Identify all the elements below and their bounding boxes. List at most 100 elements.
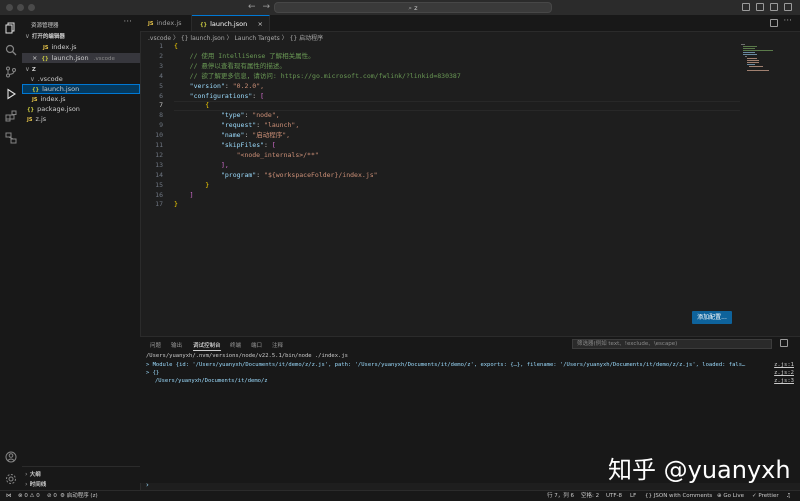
- tree-item-z-js[interactable]: JS z.js: [22, 114, 140, 124]
- folder-root[interactable]: ∨ Z: [22, 64, 140, 74]
- close-icon[interactable]: ×: [258, 16, 263, 32]
- line-number: 1: [159, 42, 163, 50]
- title-bar: ← → ⌕ z: [0, 0, 800, 16]
- current-line-highlight: [174, 101, 740, 112]
- line-number: 15: [155, 180, 163, 189]
- code-line: "request": "launch",: [220, 121, 300, 130]
- account-icon[interactable]: [5, 451, 17, 463]
- window-controls[interactable]: [6, 4, 35, 11]
- explorer-icon[interactable]: [5, 22, 17, 34]
- tab-output[interactable]: 输出: [171, 341, 182, 349]
- tab-debug-console[interactable]: 调试控制台: [193, 341, 221, 351]
- run-debug-icon[interactable]: [5, 88, 17, 100]
- timeline-section-header[interactable]: › 时间线: [22, 479, 140, 489]
- toggle-sidebar-icon[interactable]: [742, 3, 750, 11]
- split-editor-icon[interactable]: [770, 19, 778, 27]
- tab-terminal[interactable]: 终端: [230, 341, 241, 349]
- chevron-down-icon: ∨: [30, 75, 35, 83]
- tab-problems[interactable]: 问题: [150, 341, 161, 349]
- more-actions-icon[interactable]: ···: [783, 16, 792, 26]
- watermark: 知乎 @yuanyxh: [608, 456, 791, 484]
- open-editors-header[interactable]: ∨ 打开的编辑器: [22, 31, 140, 41]
- code-line: "configurations": [: [189, 91, 265, 100]
- error-count: 0: [24, 493, 28, 499]
- customize-layout-icon[interactable]: [784, 3, 792, 11]
- status-bar: ⋈ ⊗ 0 ⚠ 0 ⊘ 0 ⚙ 启动程序 (z) 行 7，列 6 空格: 2 U…: [0, 490, 800, 501]
- console-prompt-icon[interactable]: ›: [146, 481, 149, 489]
- add-configuration-button[interactable]: 添加配置...: [692, 311, 732, 324]
- tab-launch-json[interactable]: {} launch.json ×: [192, 15, 270, 31]
- minimap[interactable]: [740, 42, 800, 82]
- toggle-panel-icon[interactable]: [756, 3, 764, 11]
- tree-folder-vscode[interactable]: ∨ .vscode: [22, 74, 140, 84]
- code-line: // 欲了解更多信息，请访问: https://go.microsoft.com…: [174, 71, 461, 80]
- line-number: 16: [155, 190, 163, 199]
- javascript-file-icon: JS: [27, 117, 33, 123]
- outline-section-header[interactable]: › 大纲: [22, 469, 140, 479]
- console-line[interactable]: > Module {id: '/Users/yuanyxh/Documents/…: [146, 362, 746, 368]
- layout-controls: [742, 3, 792, 11]
- tab-ports[interactable]: 端口: [251, 341, 262, 349]
- console-source-link[interactable]: z.js:3: [774, 378, 794, 384]
- zoom-window-dot[interactable]: [28, 4, 35, 11]
- line-number: 6: [159, 91, 163, 100]
- line-number: 3: [159, 61, 163, 70]
- tree-item-label: z.js: [35, 115, 47, 123]
- tab-comments[interactable]: 注释: [272, 341, 283, 349]
- line-number: 2: [159, 51, 163, 60]
- breadcrumb[interactable]: .vscode 〉 {} launch.json 〉 Launch Target…: [148, 33, 323, 42]
- extensions-icon[interactable]: [5, 110, 17, 122]
- tree-item-package-json[interactable]: {} package.json: [22, 104, 140, 114]
- json-file-icon: {}: [41, 56, 49, 62]
- open-editor-label: index.js: [51, 43, 77, 51]
- minimize-window-dot[interactable]: [17, 4, 24, 11]
- remote-explorer-icon[interactable]: [5, 132, 17, 144]
- source-control-icon[interactable]: [5, 66, 17, 78]
- open-editor-item[interactable]: JS index.js: [22, 42, 140, 52]
- tree-item-index-js[interactable]: JS index.js: [22, 94, 140, 104]
- console-line: /Users/yuanyxh/.nvm/versions/node/v22.5.…: [146, 353, 348, 359]
- navigation-arrows: ← →: [248, 2, 270, 12]
- toggle-secondary-sidebar-icon[interactable]: [770, 3, 778, 11]
- close-window-dot[interactable]: [6, 4, 13, 11]
- tree-item-label: .vscode: [37, 75, 63, 83]
- code-line: // 使用 IntelliSense 了解相关属性。: [174, 51, 315, 60]
- line-number: 7: [159, 101, 163, 110]
- console-line[interactable]: > {}: [146, 370, 159, 376]
- back-arrow-icon[interactable]: ←: [248, 2, 256, 12]
- chevron-down-icon: ∨: [25, 32, 30, 40]
- open-editor-label: launch.json: [51, 54, 89, 62]
- line-number: 12: [155, 150, 163, 159]
- go-live-label: Go Live: [723, 493, 744, 499]
- line-number: 14: [155, 170, 163, 179]
- tree-item-launch-json[interactable]: {} launch.json: [22, 84, 140, 94]
- code-line: "name": "启动程序",: [220, 131, 291, 140]
- clear-console-icon[interactable]: [780, 339, 788, 347]
- search-icon[interactable]: [5, 44, 17, 56]
- tree-item-label: package.json: [37, 105, 80, 113]
- line-number: 17: [155, 200, 163, 209]
- line-number: 4: [159, 71, 163, 80]
- code-editor[interactable]: 1 2 3 4 5 6 7 8 9 10 11 12 13 14 15 16 17 { // 使用 Intell…: [140, 42, 740, 332]
- tab-label: launch.json: [210, 20, 248, 28]
- warning-count: 0: [36, 493, 40, 499]
- code-line: "version": "0.2.0",: [189, 81, 265, 90]
- close-icon[interactable]: ×: [32, 54, 37, 62]
- forward-arrow-icon[interactable]: →: [263, 2, 271, 12]
- line-number: 5: [159, 81, 163, 90]
- console-source-link[interactable]: z.js:1: [774, 362, 794, 368]
- settings-gear-icon[interactable]: [5, 473, 17, 485]
- code-line: // 悬停以查看现有属性的描述。: [174, 61, 286, 70]
- console-source-link[interactable]: z.js:2: [774, 370, 794, 376]
- filter-input[interactable]: 筛选器(例如 text、!exclude、\escape): [572, 339, 772, 349]
- outline-label: 大纲: [29, 472, 41, 478]
- editor-tabs: JS index.js {} launch.json × ···: [140, 15, 800, 32]
- more-actions-icon[interactable]: ···: [123, 17, 132, 27]
- chevron-down-icon: ∨: [25, 65, 30, 73]
- open-editor-item-active[interactable]: × {} launch.json .vscode: [22, 53, 140, 63]
- command-center-search[interactable]: ⌕ z: [274, 2, 552, 13]
- code-line: {: [174, 42, 178, 50]
- folder-name: Z: [31, 67, 36, 73]
- tab-index-js[interactable]: JS index.js: [140, 15, 192, 31]
- tab-label: index.js: [156, 19, 182, 27]
